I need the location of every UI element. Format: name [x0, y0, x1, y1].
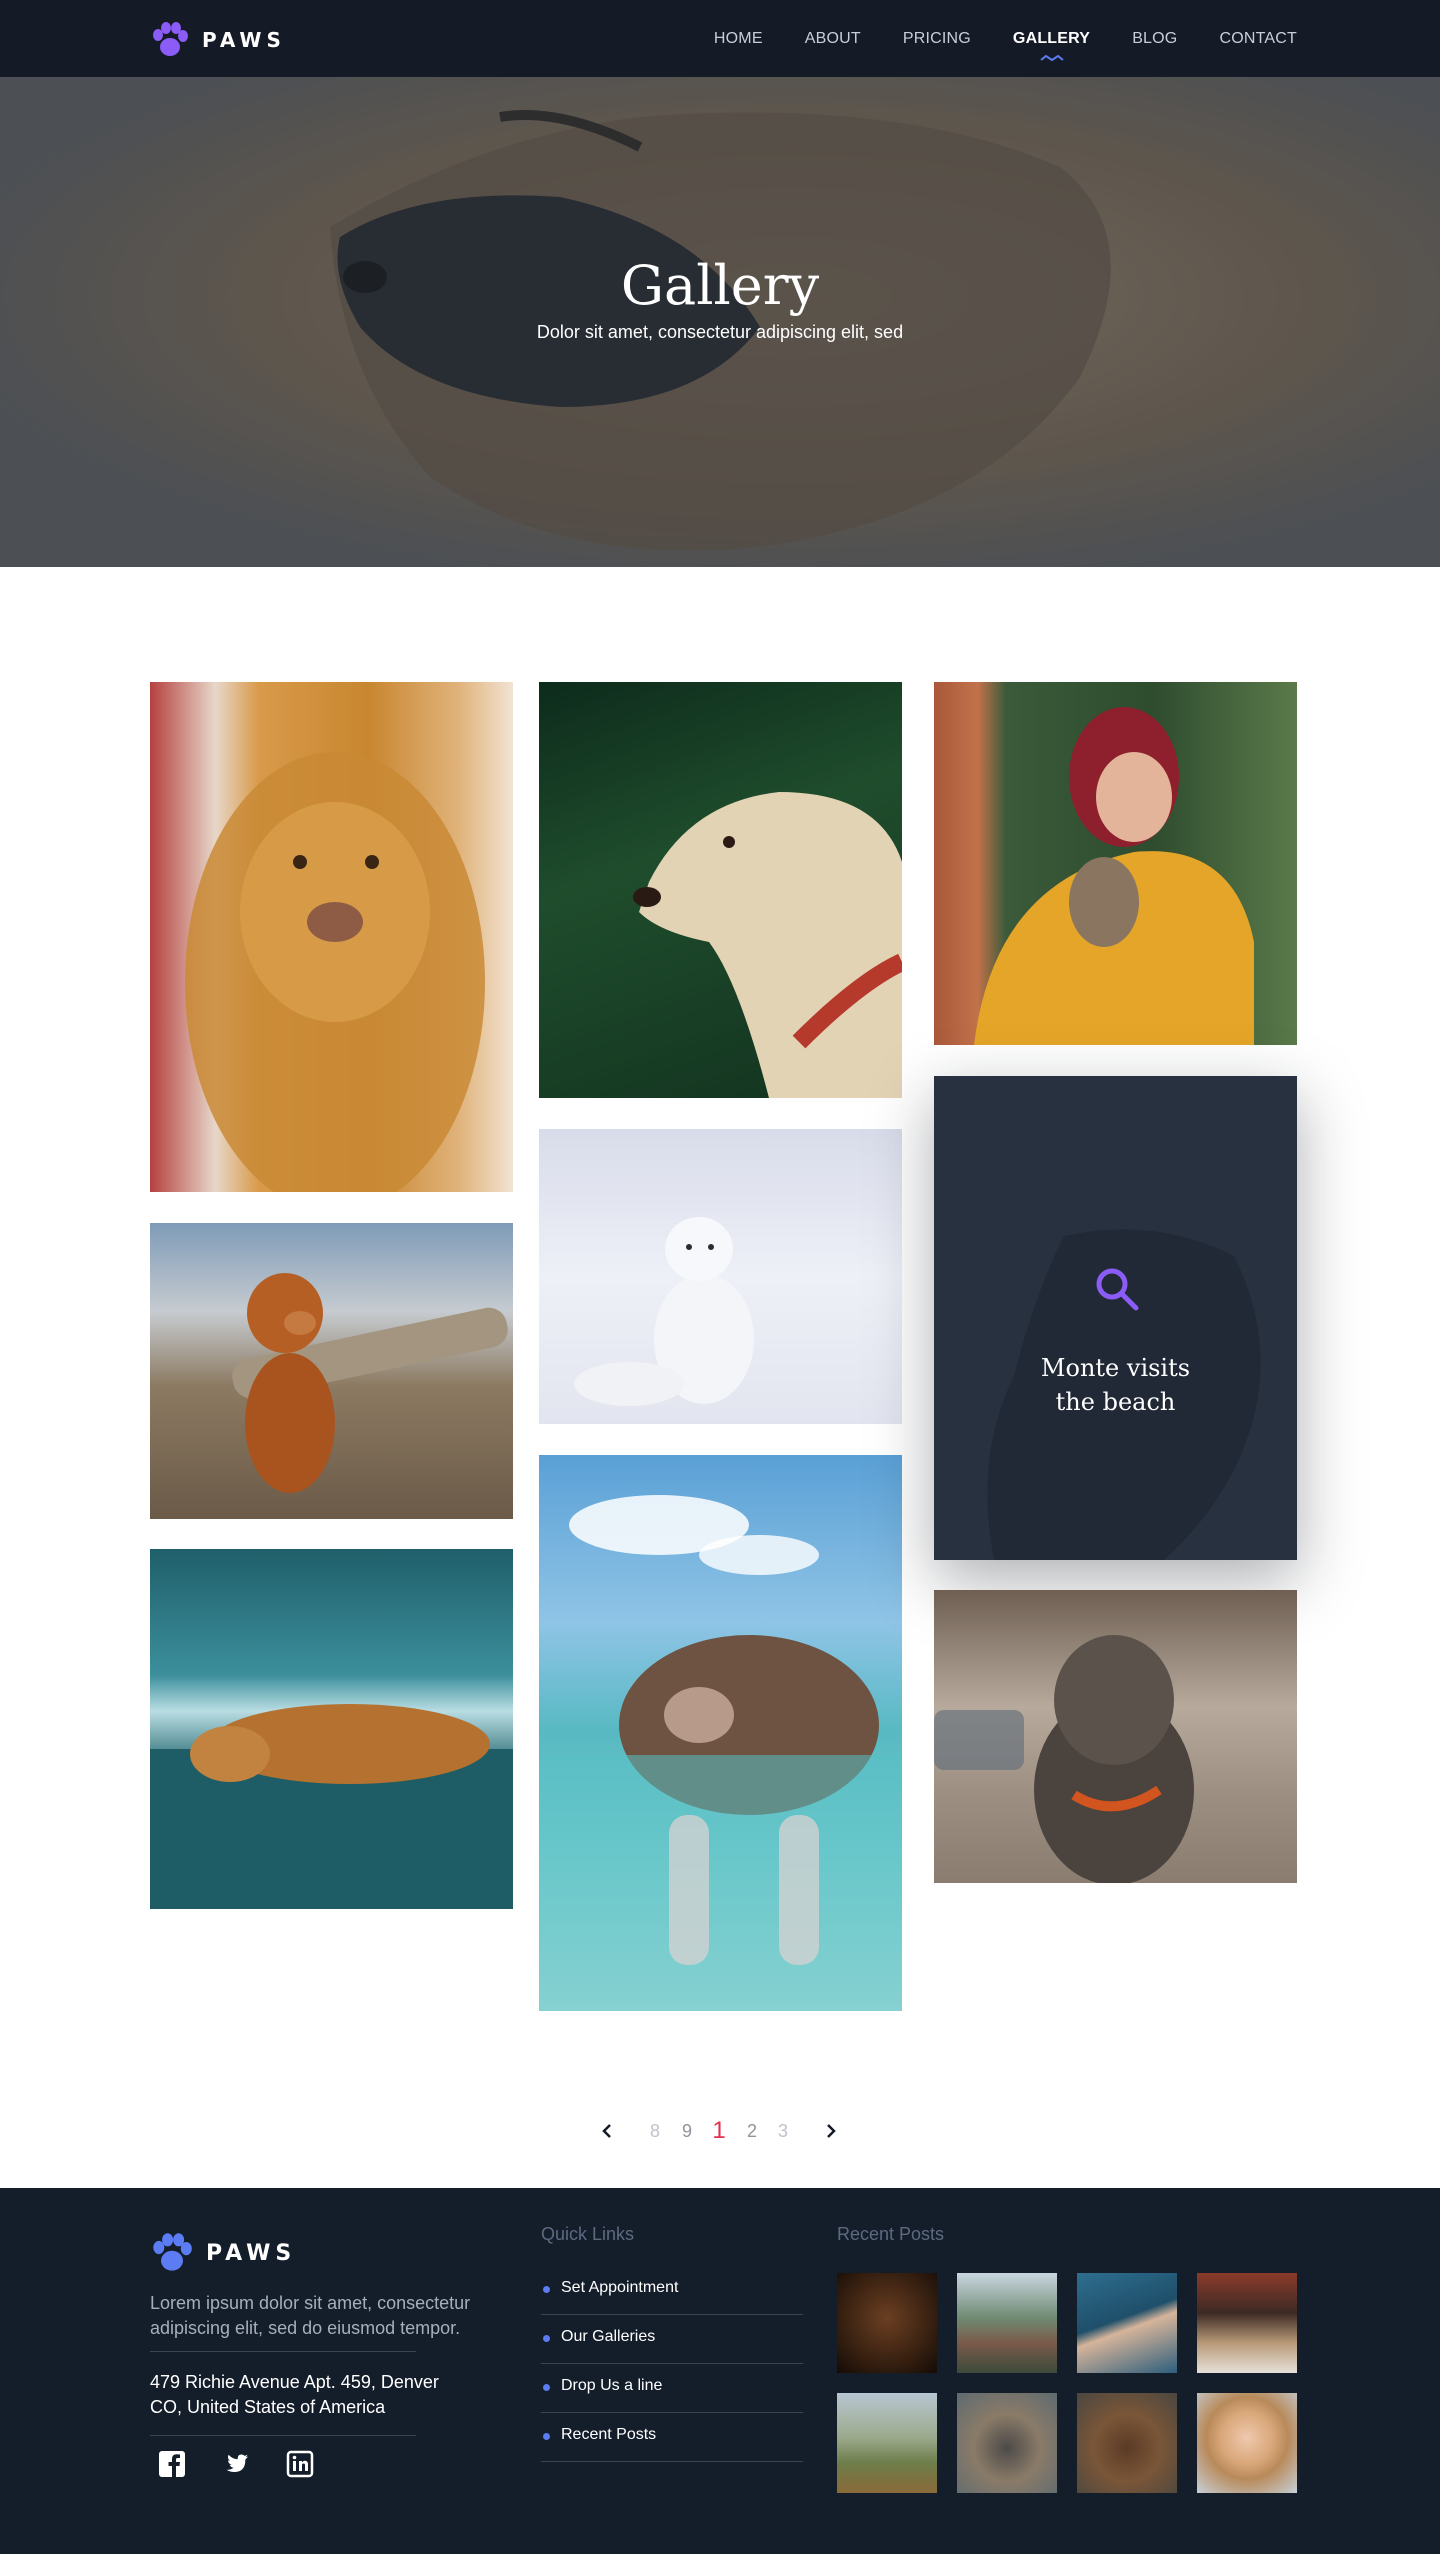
gallery-photo-swimming-pig[interactable]: [539, 1455, 902, 2011]
labrador-illustration: [633, 792, 902, 1098]
quick-link-our-galleries[interactable]: Our Galleries: [541, 2316, 803, 2364]
page-1-current[interactable]: 1: [708, 2113, 730, 2149]
featured-photo-title: Monte visits the beach: [934, 1351, 1297, 1419]
recent-posts-heading: Recent Posts: [837, 2224, 945, 2244]
address-line-1: 479 Richie Avenue Apt. 459, Denver: [150, 2372, 439, 2392]
dog-by-pool-illustration: [150, 1704, 513, 1909]
bullet-icon: [543, 2286, 550, 2293]
nav-menu: HOME ABOUT PRICING GALLERY BLOG CONTACT: [672, 0, 1297, 77]
quick-link-set-appointment[interactable]: Set Appointment: [541, 2267, 803, 2315]
quick-link-label: Recent Posts: [561, 2426, 657, 2443]
gallery-photo-labrador[interactable]: [539, 682, 902, 1098]
nav-contact[interactable]: CONTACT: [1219, 30, 1297, 48]
gallery-photo-golden-retriever[interactable]: [150, 682, 513, 1192]
recent-post-thumbnail[interactable]: [1197, 2393, 1297, 2493]
site-footer: PAWS Lorem ipsum dolor sit amet, consect…: [0, 2188, 1440, 2554]
featured-photo-background: [987, 1229, 1261, 1560]
quick-link-label: Our Galleries: [561, 2328, 656, 2345]
shaggy-dog-illustration: [934, 1635, 1194, 1883]
nav-gallery[interactable]: GALLERY: [1012, 29, 1091, 61]
page-2[interactable]: 2: [743, 2113, 761, 2149]
gallery-photo-woman-with-cat[interactable]: [934, 682, 1297, 1045]
gallery-photo-spaniel-puppy[interactable]: [150, 1223, 513, 1519]
top-navbar: PAWS HOME ABOUT PRICING GALLERY BLOG CON…: [0, 0, 1440, 77]
facebook-icon[interactable]: [158, 2450, 186, 2478]
page-3[interactable]: 3: [774, 2113, 792, 2149]
quick-link-label: Set Appointment: [561, 2279, 679, 2296]
recent-post-thumbnail[interactable]: [1077, 2273, 1177, 2373]
recent-post-thumbnail[interactable]: [837, 2393, 937, 2493]
featured-title-line-1: Monte visits: [1040, 1354, 1191, 1382]
recent-post-thumbnail[interactable]: [1077, 2393, 1177, 2493]
nav-pricing[interactable]: PRICING: [903, 30, 971, 48]
paw-icon: [153, 2233, 192, 2271]
page-9[interactable]: 9: [678, 2113, 696, 2149]
gallery-photo-dog-by-pool[interactable]: [150, 1549, 513, 1909]
recent-post-thumbnail[interactable]: [1197, 2273, 1297, 2373]
bullet-icon: [543, 2335, 550, 2342]
chevron-right-icon[interactable]: [822, 2113, 838, 2149]
recent-post-thumbnail[interactable]: [837, 2273, 937, 2373]
gallery-photo-arctic-fox[interactable]: [539, 1129, 902, 1424]
arctic-fox-illustration: [574, 1217, 754, 1406]
recent-post-thumbnail[interactable]: [957, 2393, 1057, 2493]
footer-brand-name: PAWS: [206, 2240, 297, 2266]
chevron-left-icon[interactable]: [600, 2113, 616, 2149]
footer-logo[interactable]: PAWS: [150, 2233, 296, 2273]
quick-links-heading: Quick Links: [541, 2224, 635, 2244]
woman-with-cat-illustration: [974, 707, 1254, 1045]
nav-home[interactable]: HOME: [714, 30, 763, 48]
nav-gallery-label: GALLERY: [1012, 29, 1091, 47]
quick-link-label: Drop Us a line: [561, 2377, 663, 2394]
brand-logo[interactable]: PAWS: [150, 22, 286, 58]
linkedin-icon[interactable]: [286, 2450, 314, 2478]
twitter-icon[interactable]: [222, 2450, 250, 2478]
search-icon[interactable]: [1093, 1265, 1141, 1313]
footer-divider: [150, 2351, 416, 2352]
gallery-photo-shaggy-dog[interactable]: [934, 1590, 1297, 1883]
social-links: [158, 2450, 350, 2478]
brand-name: PAWS: [202, 28, 286, 52]
nav-blog[interactable]: BLOG: [1132, 30, 1177, 48]
featured-title-line-2: the beach: [1055, 1388, 1176, 1416]
golden-retriever-illustration: [185, 752, 485, 1192]
bullet-icon: [543, 2384, 550, 2391]
active-wave-indicator: [1039, 54, 1064, 61]
address-line-2: CO, United States of America: [150, 2397, 386, 2417]
page-title: Gallery: [620, 254, 820, 317]
nav-about[interactable]: ABOUT: [805, 30, 861, 48]
paw-icon: [153, 22, 188, 56]
footer-description: Lorem ipsum dolor sit amet, consectetur …: [150, 2293, 471, 2338]
spaniel-puppy-illustration: [232, 1273, 508, 1493]
featured-photo-card[interactable]: Monte visits the beach: [934, 1076, 1297, 1560]
quick-link-recent-posts[interactable]: Recent Posts: [541, 2414, 803, 2462]
bullet-icon: [543, 2433, 550, 2440]
pagination: 8 9 1 2 3: [0, 2113, 1440, 2153]
hero-banner: Gallery Dolor sit amet, consectetur adip…: [0, 77, 1440, 567]
quick-link-drop-us-a-line[interactable]: Drop Us a line: [541, 2365, 803, 2413]
footer-divider: [150, 2435, 416, 2436]
recent-post-thumbnail[interactable]: [957, 2273, 1057, 2373]
swimming-pig-illustration: [539, 1495, 902, 2011]
footer-address: 479 Richie Avenue Apt. 459, Denver CO, U…: [150, 2370, 510, 2420]
page-8[interactable]: 8: [646, 2113, 664, 2149]
page-subtitle: Dolor sit amet, consectetur adipiscing e…: [536, 322, 904, 342]
